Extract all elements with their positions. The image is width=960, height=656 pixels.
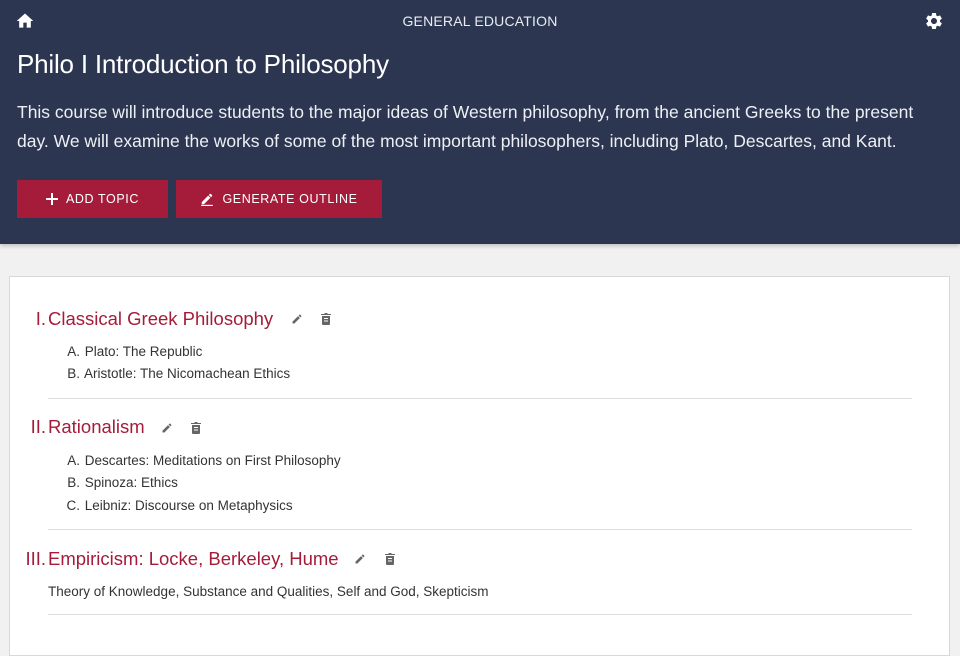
trash-icon[interactable] <box>321 312 335 326</box>
add-topic-button[interactable]: ADD TOPIC <box>17 180 168 218</box>
section-title: GENERAL EDUCATION <box>402 13 558 29</box>
course-title: Philo I Introduction to Philosophy <box>17 49 389 79</box>
edit-icon[interactable] <box>161 421 175 435</box>
topic-title[interactable]: Empiricism: Locke, Berkeley, Hume <box>48 548 339 570</box>
divider <box>48 614 912 615</box>
edit-icon[interactable] <box>291 312 305 326</box>
top-bar: GENERAL EDUCATION <box>0 0 960 40</box>
subtopic-item: B. Aristotle: The Nicomachean Ethics <box>67 366 291 381</box>
topic-number: II. <box>30 416 46 437</box>
edit-icon[interactable] <box>354 552 368 566</box>
topic-description: Theory of Knowledge, Substance and Quali… <box>48 584 489 599</box>
topic-title[interactable]: Rationalism <box>48 416 145 438</box>
trash-icon[interactable] <box>191 421 205 435</box>
divider <box>48 529 912 530</box>
divider <box>48 398 912 399</box>
course-description: This course will introduce students to t… <box>17 102 914 151</box>
outline-panel: I. Classical Greek Philosophy A. Plato: … <box>9 276 950 656</box>
topic-number: I. <box>35 308 46 329</box>
gear-icon[interactable] <box>924 11 944 31</box>
subtopic-item: C. Leibniz: Discourse on Metaphysics <box>66 498 293 513</box>
pencil-icon <box>201 193 214 206</box>
generate-outline-button[interactable]: GENERATE OUTLINE <box>176 180 382 218</box>
course-header: GENERAL EDUCATION Philo I Introduction t… <box>0 0 960 244</box>
generate-outline-label: GENERATE OUTLINE <box>222 192 358 206</box>
subtopic-item: A. Descartes: Meditations on First Philo… <box>67 453 341 468</box>
plus-icon <box>45 193 58 205</box>
trash-icon[interactable] <box>385 552 399 566</box>
subtopic-item: A. Plato: The Republic <box>67 344 203 359</box>
topic-number: III. <box>25 548 46 569</box>
subtopic-item: B. Spinoza: Ethics <box>67 475 178 490</box>
add-topic-label: ADD TOPIC <box>65 192 139 206</box>
topic-title[interactable]: Classical Greek Philosophy <box>48 308 273 330</box>
